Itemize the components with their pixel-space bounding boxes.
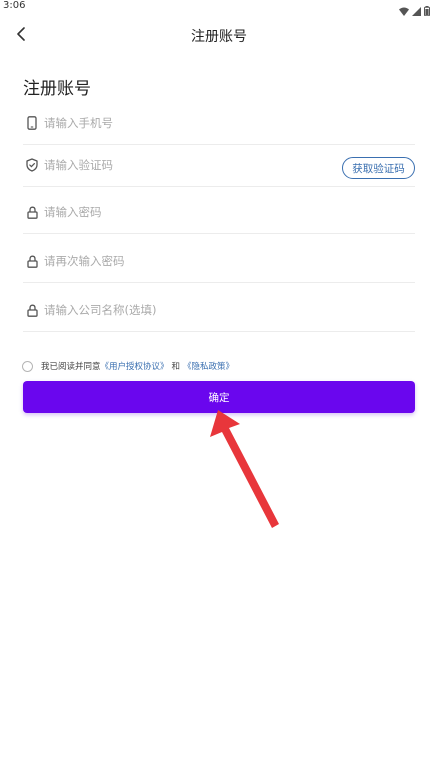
phone-icon	[25, 115, 39, 131]
app-title: 注册账号	[191, 29, 247, 45]
agreement-radio[interactable]	[22, 360, 33, 372]
password-confirm-input[interactable]	[44, 251, 344, 271]
password-field	[23, 192, 415, 234]
status-bar: 3:06	[0, 0, 438, 17]
agreement-conjunction: 和	[171, 362, 181, 372]
get-code-button[interactable]: 获取验证码	[342, 157, 415, 179]
agreement-row: 我已阅读并同意 《用户授权协议》 和 《隐私政策》	[22, 359, 234, 373]
lock-icon	[25, 204, 39, 220]
lock-icon	[25, 302, 39, 318]
company-input[interactable]	[44, 300, 344, 320]
company-field	[23, 290, 415, 332]
shield-icon	[25, 157, 39, 173]
code-field: 获取验证码	[23, 145, 415, 187]
agreement-prefix: 我已阅读并同意	[41, 362, 101, 372]
user-agreement-link[interactable]: 《用户授权协议》	[101, 360, 169, 372]
password-confirm-field	[23, 241, 415, 283]
confirm-button[interactable]: 确定	[23, 381, 415, 413]
privacy-policy-link[interactable]: 《隐私政策》	[183, 360, 234, 372]
phone-field	[23, 103, 415, 145]
phone-input[interactable]	[44, 113, 344, 133]
password-input[interactable]	[44, 202, 344, 222]
app-bar: 注册账号	[0, 14, 438, 58]
status-time: 3:06	[3, 0, 26, 11]
lock-icon	[25, 253, 39, 269]
code-input[interactable]	[44, 155, 284, 175]
page-heading: 注册账号	[23, 79, 91, 99]
